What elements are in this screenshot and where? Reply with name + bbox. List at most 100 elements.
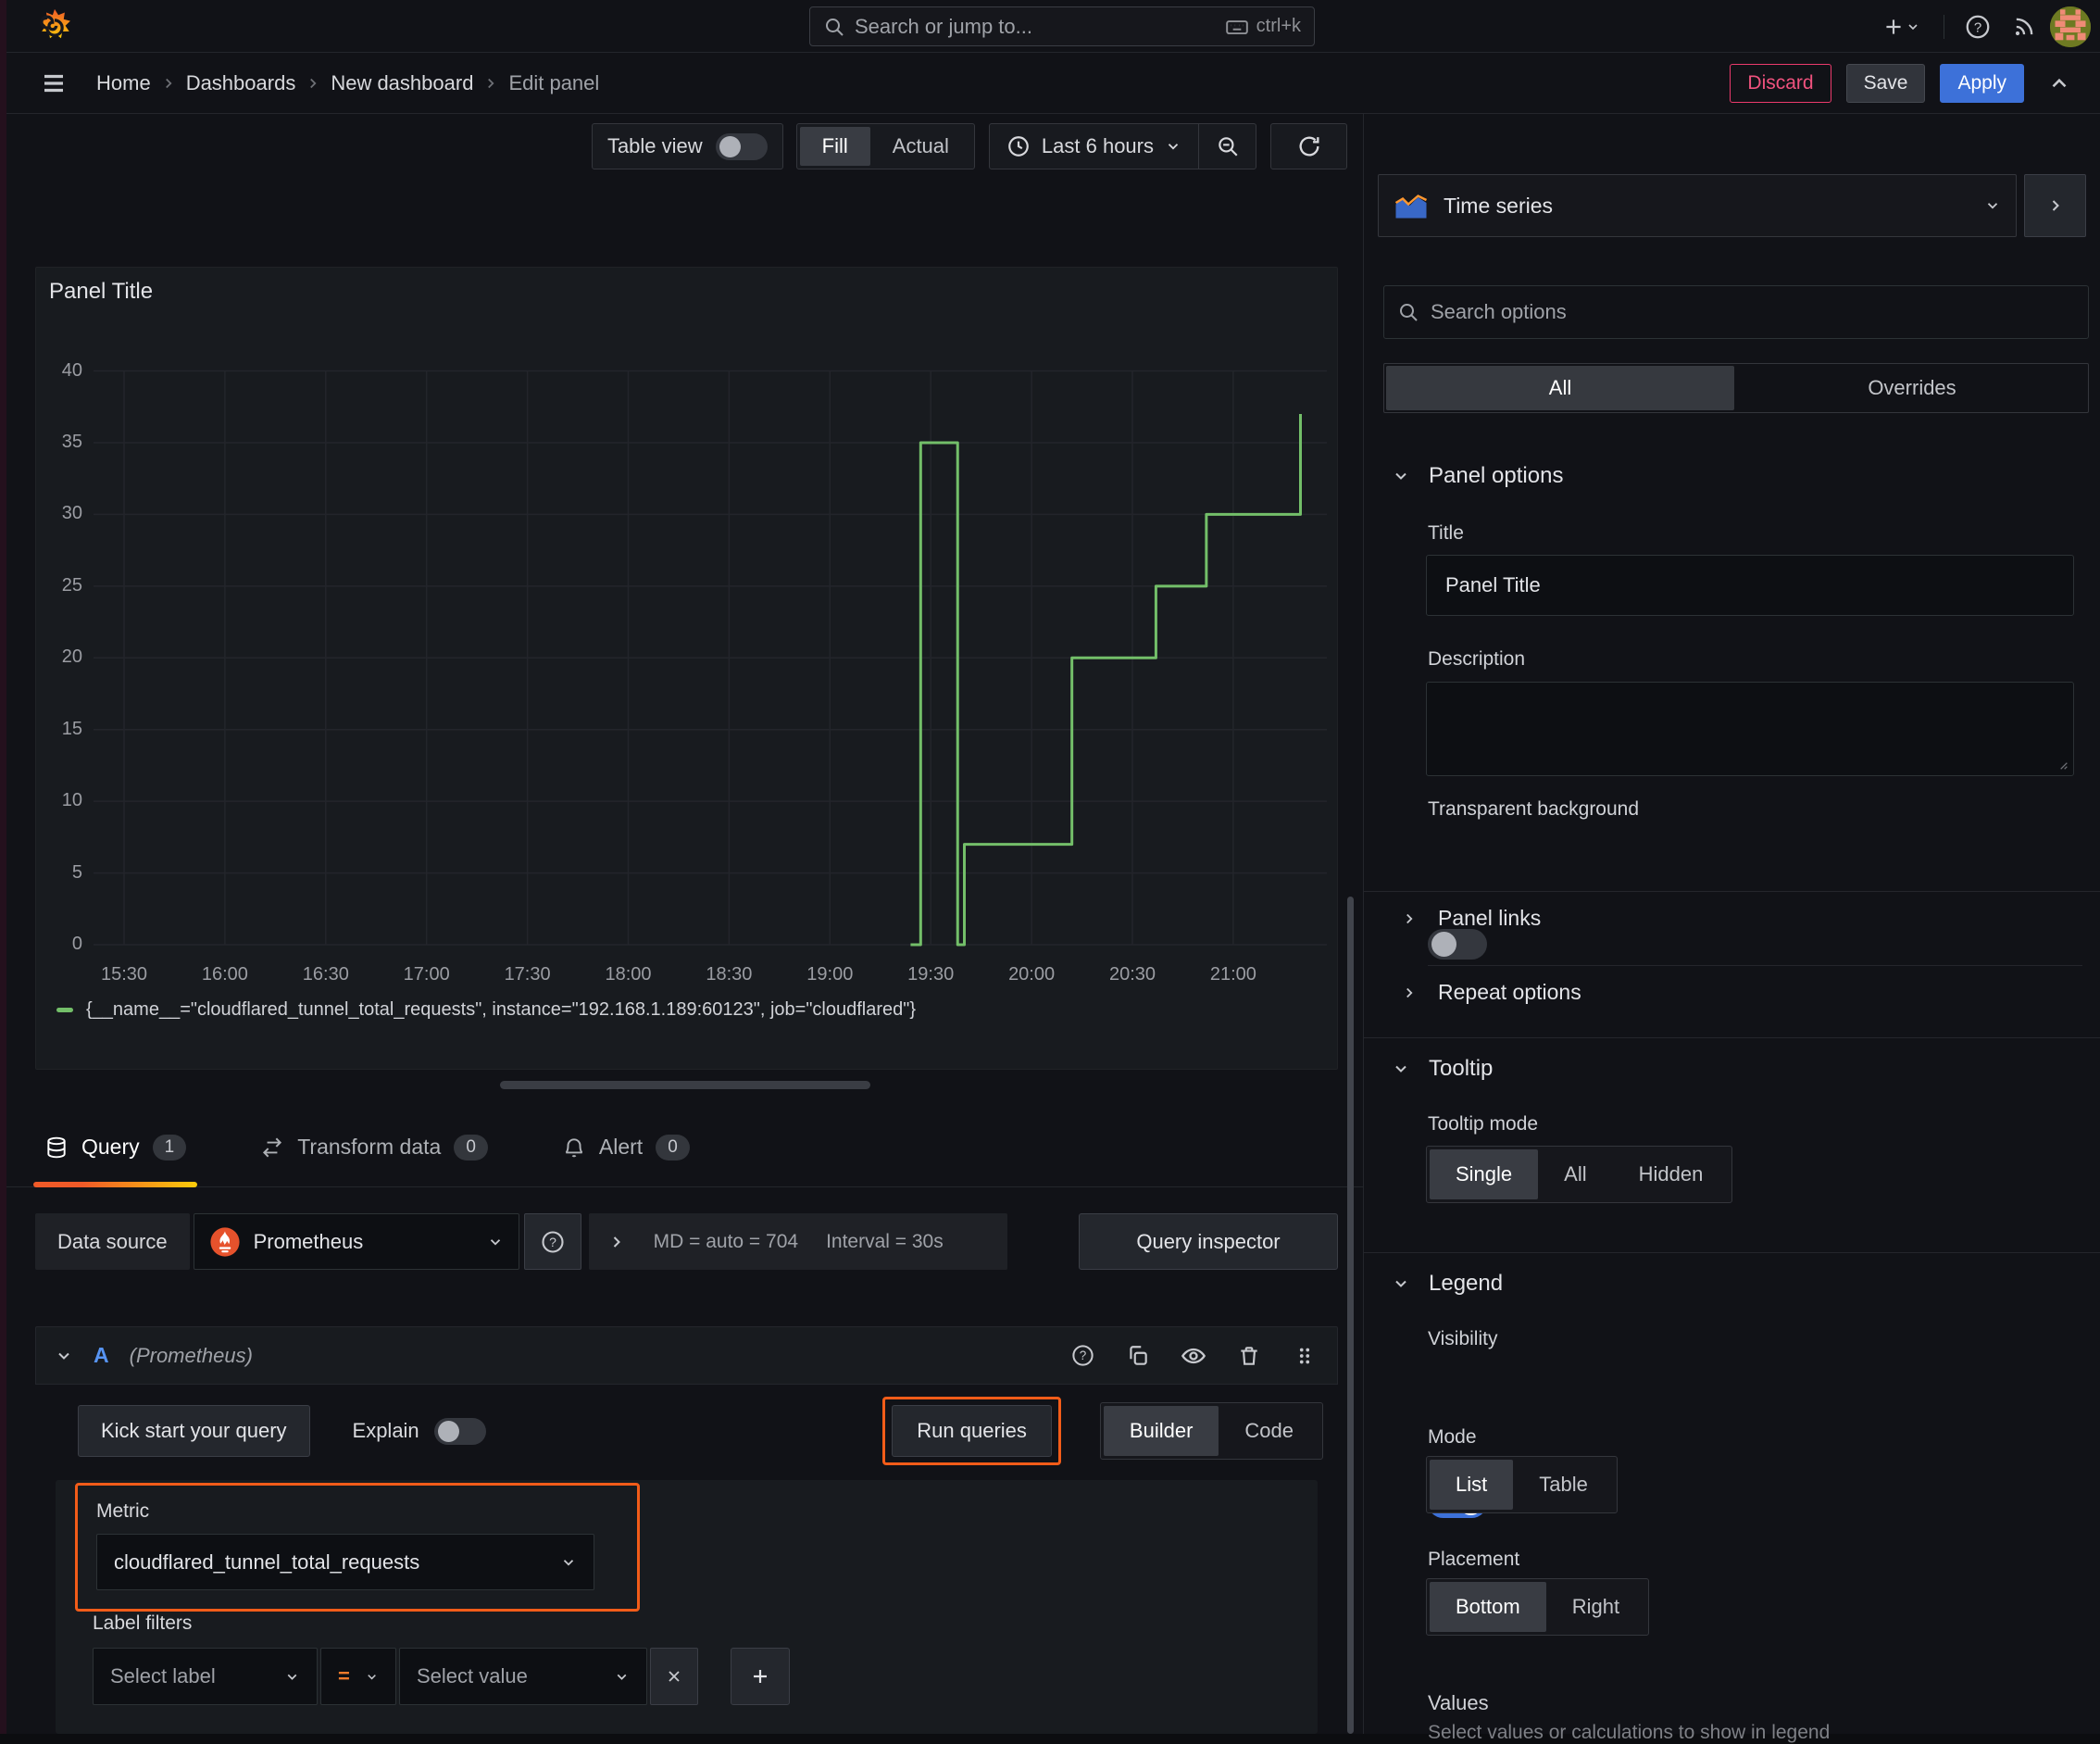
chevron-down-icon[interactable] xyxy=(55,1347,73,1365)
tooltip-header[interactable]: Tooltip xyxy=(1392,1056,1493,1082)
query-builder-editor: Metric cloudflared_tunnel_total_requests… xyxy=(56,1480,1318,1734)
repeat-options-section[interactable]: Repeat options xyxy=(1401,980,1581,1005)
tab-query-count: 1 xyxy=(152,1134,187,1161)
divider xyxy=(1428,965,2082,966)
tooltip-all-option[interactable]: All xyxy=(1538,1149,1612,1199)
breadcrumb-dashboards[interactable]: Dashboards xyxy=(186,71,296,95)
menu-toggle-button[interactable] xyxy=(33,63,74,104)
explain-toggle[interactable] xyxy=(433,1417,486,1445)
legend-bottom-option[interactable]: Bottom xyxy=(1430,1582,1546,1632)
fill-option[interactable]: Fill xyxy=(799,127,870,166)
options-filter-tabs: All Overrides xyxy=(1383,363,2089,413)
discard-button[interactable]: Discard xyxy=(1730,63,1831,103)
chart-area[interactable] xyxy=(94,362,1327,960)
help-button[interactable]: ? xyxy=(1957,6,1998,47)
metric-select[interactable]: cloudflared_tunnel_total_requests xyxy=(96,1534,594,1590)
legend-list-option[interactable]: List xyxy=(1430,1460,1514,1510)
user-avatar[interactable] xyxy=(2050,6,2091,47)
help-icon: ? xyxy=(542,1230,564,1253)
pane-resize-handle[interactable] xyxy=(500,1081,870,1089)
table-view-toggle[interactable] xyxy=(715,132,768,160)
builder-option[interactable]: Builder xyxy=(1103,1406,1219,1456)
query-ref-id[interactable]: A xyxy=(94,1343,109,1368)
tooltip-single-option[interactable]: Single xyxy=(1430,1149,1539,1199)
panel-links-heading: Panel links xyxy=(1438,906,1542,930)
x-tick-label: 20:30 xyxy=(1108,964,1156,985)
label-filter-row: Select label = Select value xyxy=(93,1648,790,1705)
datasource-help-button[interactable]: ? xyxy=(523,1213,581,1270)
query-row-header[interactable]: A (Prometheus) ? xyxy=(35,1326,1338,1385)
delete-query-button[interactable] xyxy=(1235,1342,1263,1370)
grafana-logo-icon[interactable] xyxy=(33,6,76,49)
description-textarea[interactable] xyxy=(1426,682,2074,776)
tooltip-heading: Tooltip xyxy=(1429,1056,1494,1081)
select-label-dropdown[interactable]: Select label xyxy=(93,1648,318,1705)
x-tick-label: 18:30 xyxy=(706,964,753,985)
left-pane-scrollbar[interactable] xyxy=(1347,897,1354,1734)
interval-stat: Interval = 30s xyxy=(826,1230,944,1252)
tab-query[interactable]: Query 1 xyxy=(33,1108,198,1187)
chevron-down-icon xyxy=(1908,23,1918,30)
tab-all[interactable]: All xyxy=(1386,366,1734,410)
legend-right-option[interactable]: Right xyxy=(1546,1582,1645,1632)
breadcrumb-new-dashboard[interactable]: New dashboard xyxy=(331,71,473,95)
actual-option[interactable]: Actual xyxy=(870,127,971,166)
options-search[interactable] xyxy=(1383,285,2089,339)
chevron-right-icon xyxy=(1406,913,1413,923)
annotation-box-metric: Metric cloudflared_tunnel_total_requests xyxy=(75,1483,640,1612)
apply-button[interactable]: Apply xyxy=(1940,63,2024,103)
query-inspector-button[interactable]: Query inspector xyxy=(1079,1213,1338,1270)
refresh-button[interactable] xyxy=(1270,123,1347,169)
run-queries-button[interactable]: Run queries xyxy=(892,1405,1052,1457)
panel-title-input[interactable] xyxy=(1426,555,2074,616)
time-range-picker[interactable]: Last 6 hours xyxy=(990,134,1198,158)
breadcrumb-home[interactable]: Home xyxy=(96,71,151,95)
select-label-placeholder: Select label xyxy=(110,1664,216,1688)
operator-dropdown[interactable]: = xyxy=(320,1648,396,1705)
viz-picker[interactable]: Time series xyxy=(1378,174,2017,237)
hide-response-button[interactable] xyxy=(1180,1342,1207,1370)
duplicate-query-button[interactable] xyxy=(1124,1342,1152,1370)
resize-corner-icon[interactable] xyxy=(2055,757,2069,772)
copy-icon xyxy=(1130,1345,1147,1365)
plus-icon xyxy=(754,1670,767,1683)
legend-item[interactable]: {__name__="cloudflared_tunnel_total_requ… xyxy=(56,999,916,1021)
transparent-bg-toggle[interactable] xyxy=(1428,929,1487,960)
tab-overrides[interactable]: Overrides xyxy=(1738,366,2086,410)
panel-links-section[interactable]: Panel links xyxy=(1401,906,1541,931)
y-tick-label: 35 xyxy=(61,431,82,452)
x-tick-label: 19:00 xyxy=(806,964,854,985)
zoom-out-button[interactable] xyxy=(1198,124,1256,169)
datasource-picker[interactable]: Prometheus xyxy=(193,1213,519,1270)
remove-filter-button[interactable] xyxy=(650,1648,698,1705)
collapse-options-button[interactable] xyxy=(2039,63,2080,104)
select-value-dropdown[interactable]: Select value xyxy=(399,1648,647,1705)
chart-svg xyxy=(94,370,1327,947)
news-button[interactable] xyxy=(2004,6,2044,47)
tab-alert[interactable]: Alert 0 xyxy=(551,1108,701,1186)
query-help-button[interactable]: ? xyxy=(1069,1342,1096,1370)
kickstart-button[interactable]: Kick start your query xyxy=(78,1405,310,1457)
tab-transform[interactable]: Transform data 0 xyxy=(249,1108,499,1186)
tooltip-hidden-option[interactable]: Hidden xyxy=(1613,1149,1730,1199)
grafana-edit-panel-screen: ctrl+k ? xyxy=(0,0,2100,1743)
panel-preview[interactable]: Panel Title 0 5 10 15 20 25 30 35 40 15:30 16:00 1… xyxy=(35,267,1338,1070)
options-search-input[interactable] xyxy=(1431,300,2075,324)
legend-table-option[interactable]: Table xyxy=(1513,1460,1614,1510)
global-search[interactable]: ctrl+k xyxy=(809,6,1315,46)
search-input[interactable] xyxy=(855,14,1216,39)
y-tick-label: 20 xyxy=(61,646,82,668)
add-menu-button[interactable] xyxy=(1871,6,1931,47)
panel-options-header[interactable]: Panel options xyxy=(1392,463,1563,489)
add-filter-button[interactable] xyxy=(731,1648,790,1705)
toggle-viz-pane-button[interactable] xyxy=(2024,174,2086,237)
drag-query-handle[interactable] xyxy=(1291,1342,1319,1370)
query-options-summary[interactable]: MD = auto = 704 Interval = 30s xyxy=(588,1213,1007,1270)
legend-header[interactable]: Legend xyxy=(1392,1271,1503,1297)
code-option[interactable]: Code xyxy=(1219,1406,1319,1456)
timeseries-viz-icon xyxy=(1394,194,1428,219)
close-icon xyxy=(669,1671,680,1682)
rss-icon xyxy=(2015,18,2033,35)
save-button[interactable]: Save xyxy=(1845,63,1926,103)
annotation-box-run-queries: Run queries xyxy=(882,1397,1061,1465)
